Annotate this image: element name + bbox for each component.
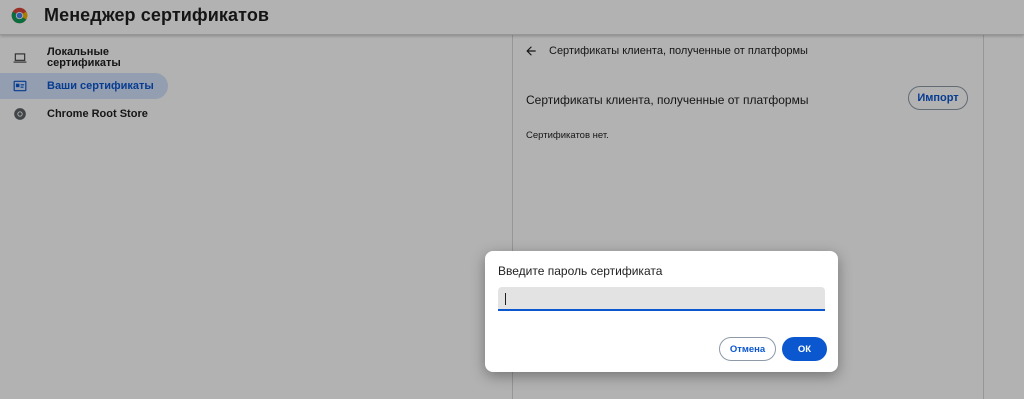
- certificate-manager-app: Менеджер сертификатов Локальные сертифик…: [0, 0, 1024, 399]
- password-dialog: Введите пароль сертификата Отмена ОК: [485, 251, 838, 372]
- dialog-title: Введите пароль сертификата: [498, 264, 663, 278]
- ok-button[interactable]: ОК: [782, 337, 827, 361]
- password-field[interactable]: [498, 287, 825, 311]
- text-caret: [505, 293, 506, 305]
- cancel-button[interactable]: Отмена: [719, 337, 776, 361]
